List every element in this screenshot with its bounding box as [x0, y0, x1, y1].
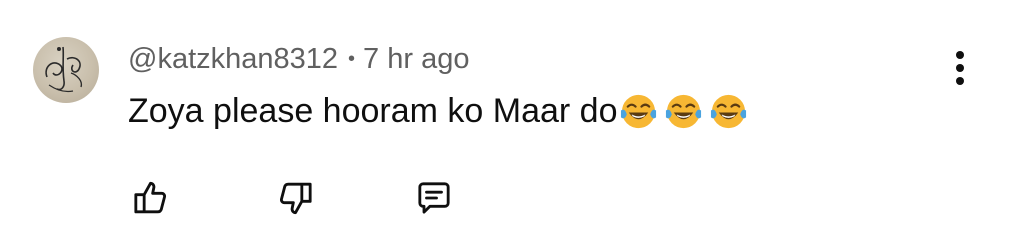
meta-separator: •	[348, 47, 356, 70]
dislike-button[interactable]	[272, 174, 320, 222]
comment-text: Zoya please hooram ko Maar do	[128, 92, 618, 130]
tears-of-joy-emoji-icon	[664, 92, 703, 131]
reply-comment-icon	[418, 182, 450, 214]
reply-button[interactable]	[410, 174, 458, 222]
comment-timestamp: 7 hr ago	[363, 42, 470, 75]
comment-username[interactable]: @katzkhan8312	[128, 43, 338, 76]
like-button[interactable]	[126, 174, 174, 222]
thumbs-down-icon	[279, 182, 312, 215]
tears-of-joy-emoji-icon	[709, 92, 748, 131]
comment-meta: @katzkhan8312 • 7 hr ago	[128, 40, 469, 78]
tears-of-joy-emoji-icon	[619, 92, 658, 131]
emoji-group	[619, 92, 754, 131]
vertical-ellipsis-icon	[956, 49, 964, 88]
avatar[interactable]	[33, 37, 99, 103]
avatar-sketch-image	[45, 46, 83, 93]
more-options-button[interactable]	[940, 44, 980, 92]
thumbs-up-icon	[134, 181, 167, 214]
comment-body: Zoya please hooram ko Maar do	[128, 88, 754, 134]
